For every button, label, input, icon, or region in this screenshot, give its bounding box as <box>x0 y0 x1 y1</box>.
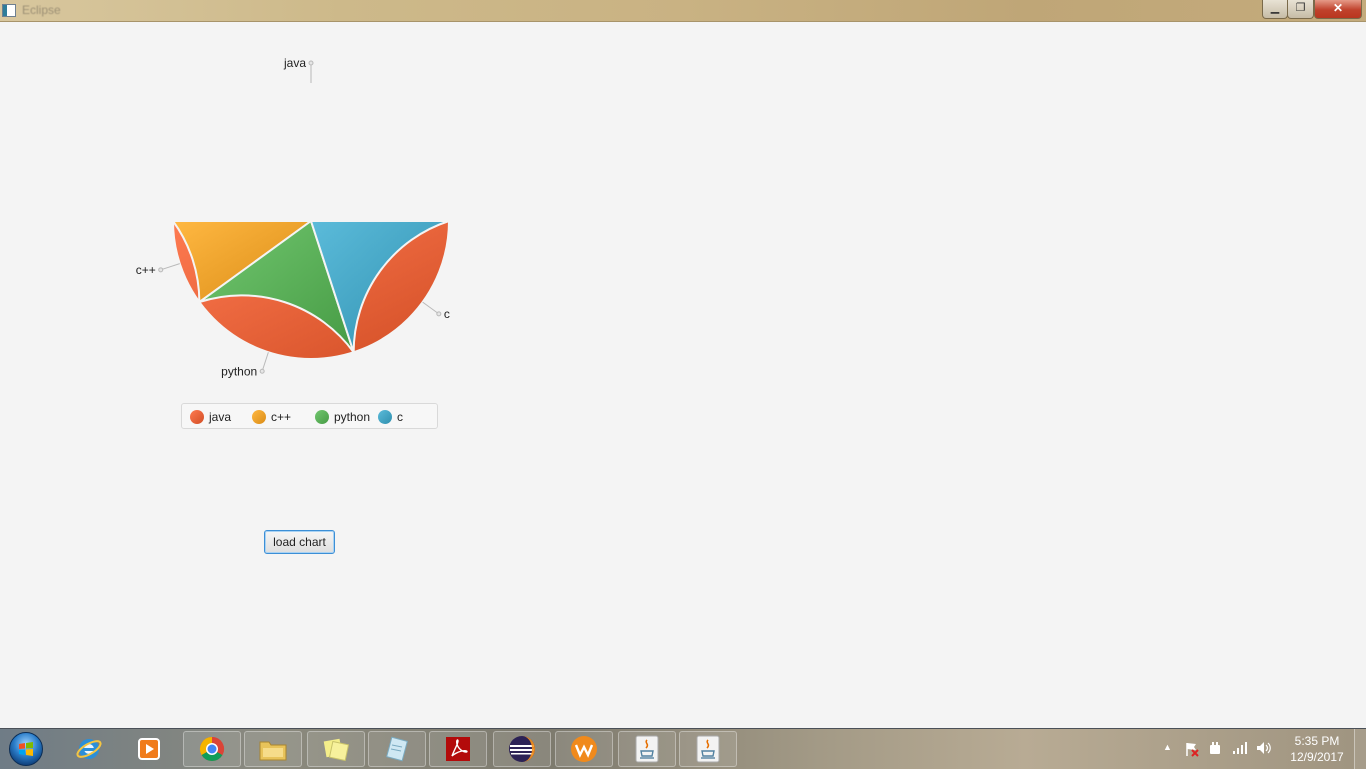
legend-swatch <box>252 409 266 424</box>
taskbar-notepad[interactable] <box>368 731 426 767</box>
taskbar-eclipse[interactable] <box>493 731 551 767</box>
network-signal-icon[interactable] <box>1232 741 1248 755</box>
internet-explorer-icon <box>76 739 102 759</box>
pie-label-cplusplus: c++ <box>136 263 156 277</box>
legend-label: c++ <box>271 410 292 424</box>
legend-swatch <box>315 409 329 424</box>
legend-label: java <box>209 410 232 424</box>
chart-legend: java c++ python c <box>181 403 438 429</box>
legend-swatch <box>378 409 392 424</box>
legend-label: c <box>397 410 403 424</box>
legend-item-java: java <box>190 409 231 425</box>
pie-slices <box>171 219 451 360</box>
pie-leader-line <box>422 301 440 315</box>
start-button[interactable] <box>6 731 46 767</box>
show-desktop-button[interactable] <box>1354 729 1366 769</box>
taskbar-sticky-notes[interactable] <box>307 731 365 767</box>
power-plug-icon[interactable] <box>1208 741 1222 757</box>
media-player-icon <box>138 738 160 760</box>
volume-icon[interactable] <box>1256 741 1272 755</box>
clock-date[interactable]: 12/9/2017 <box>1282 750 1352 764</box>
legend-item-cplusplus: c++ <box>252 409 291 425</box>
pie-leader-line <box>261 352 269 372</box>
taskbar-wamp[interactable] <box>555 731 613 767</box>
legend-item-python: python <box>315 409 370 425</box>
java-icon <box>696 735 720 763</box>
taskbar-internet-explorer[interactable] <box>60 731 118 767</box>
pie-leader-dot <box>259 368 265 374</box>
java-icon <box>635 735 659 763</box>
legend-label: python <box>334 410 371 424</box>
clock-time[interactable]: 5:35 PM <box>1282 734 1352 748</box>
pie-leader-line <box>160 263 180 271</box>
load-chart-button[interactable]: load chart <box>264 530 335 554</box>
taskbar-adobe-reader[interactable] <box>429 731 487 767</box>
wamp-icon <box>571 736 597 762</box>
taskbar: ▲ 5:35 PM 12/9/2017 <box>0 728 1366 769</box>
minimize-button[interactable]: ▁ <box>1262 0 1288 19</box>
taskbar-java-1[interactable] <box>618 731 676 767</box>
show-hidden-icons-icon[interactable]: ▲ <box>1163 742 1172 752</box>
maximize-button[interactable]: ❐ <box>1287 0 1314 19</box>
pie-label-java: java <box>283 56 306 70</box>
notepad-icon <box>386 736 408 762</box>
legend-swatch <box>190 409 204 424</box>
eclipse-icon <box>509 736 535 762</box>
action-center-flag-icon[interactable] <box>1184 741 1200 757</box>
legend-item-c: c <box>378 409 403 425</box>
taskbar-java-2[interactable] <box>679 731 737 767</box>
pie-leader-dot <box>436 311 442 317</box>
windows-logo-icon <box>19 742 33 756</box>
taskbar-media-player[interactable] <box>120 731 178 767</box>
window-title: Eclipse <box>22 3 61 17</box>
eclipse-window-icon <box>2 4 16 17</box>
folder-icon <box>259 741 287 761</box>
pie-label-c: c <box>444 307 450 321</box>
adobe-reader-icon <box>446 737 470 761</box>
taskbar-chrome[interactable] <box>183 731 241 767</box>
close-button[interactable]: ✕ <box>1314 0 1362 19</box>
chrome-icon <box>199 737 225 762</box>
pie-label-python: python <box>221 364 257 378</box>
taskbar-file-explorer[interactable] <box>244 731 302 767</box>
pie-leader-dot <box>158 267 164 273</box>
pie-chart: java c++ python c <box>136 56 451 378</box>
sticky-notes-icon <box>323 738 350 762</box>
window-title-bar: Eclipse ▁ ❐ ✕ <box>0 0 1366 22</box>
pie-leader-dot <box>308 60 314 66</box>
